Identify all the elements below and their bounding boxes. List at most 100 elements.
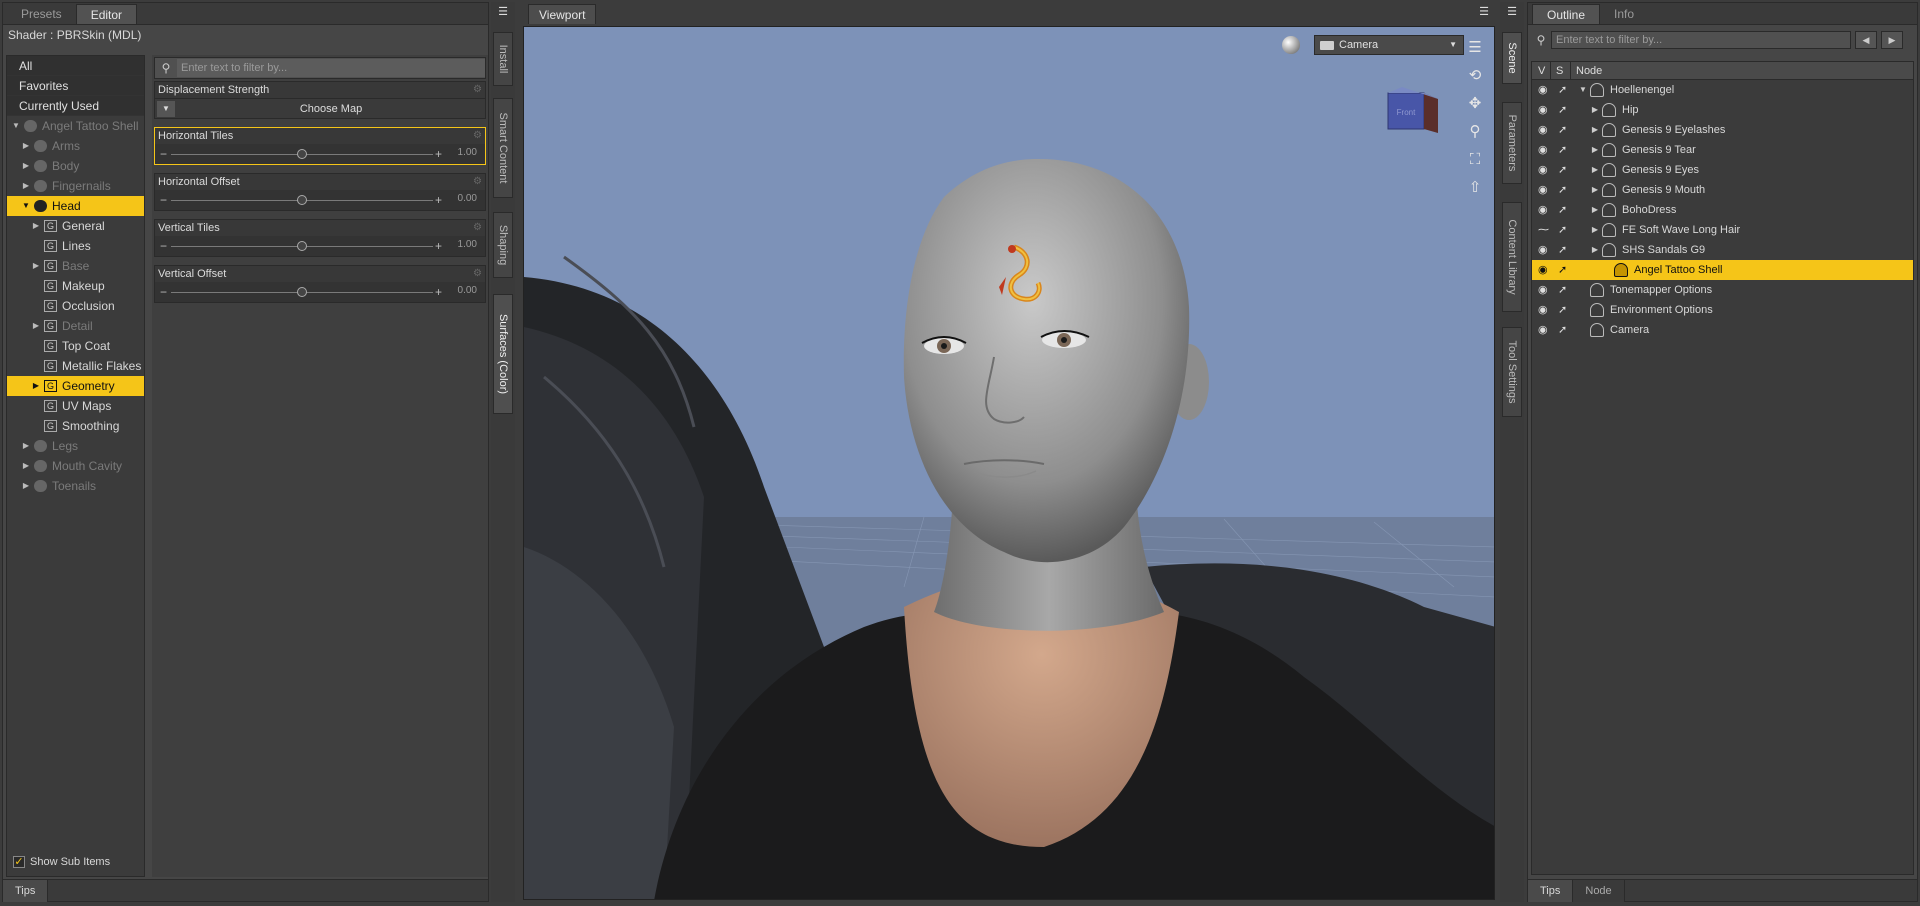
collapsed-arrow-icon[interactable]: ▶ (21, 476, 31, 496)
collapsed-arrow-icon[interactable]: ▶ (1590, 240, 1600, 260)
property-slider[interactable]: − +1.00 (155, 144, 485, 164)
3d-scene[interactable]: Camera ▼ ☰ ⟲ ✥ ⚲ ⛶ ⇧ Front (523, 26, 1495, 900)
next-icon[interactable]: ▶ (1881, 31, 1903, 49)
column-node[interactable]: Node (1576, 62, 1602, 80)
gear-icon[interactable]: ⚙ (473, 266, 482, 282)
select-cursor-icon[interactable]: ➚ (1558, 300, 1572, 320)
outline-node[interactable]: ◉ ➚ ▶ Genesis 9 Tear (1532, 140, 1913, 160)
navigation-cube[interactable]: Front (1382, 87, 1442, 139)
outline-node[interactable]: ◉ ➚ ▶ Genesis 9 Mouth (1532, 180, 1913, 200)
slider-handle[interactable] (297, 287, 307, 297)
select-cursor-icon[interactable]: ➚ (1558, 320, 1572, 340)
increment-icon[interactable]: + (435, 239, 442, 253)
outline-node[interactable]: ◉ ➚ ▶ Genesis 9 Eyes (1532, 160, 1913, 180)
slider-value[interactable]: 1.00 (458, 239, 477, 250)
tab-info[interactable]: Info (1600, 4, 1648, 24)
eye-icon[interactable]: ◉ (1538, 280, 1552, 300)
eye-icon[interactable]: ◉ (1538, 240, 1552, 260)
collapsed-arrow-icon[interactable]: ▶ (1590, 140, 1600, 160)
increment-icon[interactable]: + (435, 285, 442, 299)
surface-tree-item[interactable]: G Top Coat (7, 336, 144, 356)
collapsed-arrow-icon[interactable]: ▶ (1590, 220, 1600, 240)
select-cursor-icon[interactable]: ➚ (1558, 260, 1572, 280)
surface-tree-item[interactable]: ▶ Mouth Cavity (7, 456, 144, 476)
surface-tree-item[interactable]: ▶ G Base (7, 256, 144, 276)
outline-node[interactable]: ◉ ➚ ▶ Genesis 9 Eyelashes (1532, 120, 1913, 140)
surface-tree-item[interactable]: ▼ Head (7, 196, 144, 216)
surface-tree-item[interactable]: G Metallic Flakes (7, 356, 144, 376)
collapsed-arrow-icon[interactable]: ▶ (1590, 120, 1600, 140)
scene-filter-input[interactable] (1551, 31, 1851, 49)
collapsed-arrow-icon[interactable]: ▶ (1590, 160, 1600, 180)
collapsed-arrow-icon[interactable]: ▶ (31, 256, 41, 276)
pan-icon[interactable]: ✥ (1462, 91, 1488, 117)
gear-icon[interactable]: ⚙ (473, 128, 482, 144)
eye-icon[interactable]: ◉ (1538, 180, 1552, 200)
eye-icon[interactable]: ◉ (1538, 320, 1552, 340)
show-sub-items-toggle[interactable]: ✓ Show Sub Items (13, 854, 110, 870)
eye-icon[interactable]: ◉ (1538, 260, 1552, 280)
eye-icon[interactable]: ◉ (1538, 80, 1552, 100)
surface-tree-item[interactable]: ▶ G Detail (7, 316, 144, 336)
outline-node[interactable]: ⁓ ➚ ▶ FE Soft Wave Long Hair (1532, 220, 1913, 240)
surface-tree-item[interactable]: ▶ Legs (7, 436, 144, 456)
decrement-icon[interactable]: − (160, 147, 167, 161)
collapsed-arrow-icon[interactable]: ▶ (31, 316, 41, 336)
slider-handle[interactable] (297, 149, 307, 159)
gear-icon[interactable]: ⚙ (473, 220, 482, 236)
tab-smart-content[interactable]: Smart Content (493, 98, 513, 198)
slider-property[interactable]: Vertical Tiles ⚙ − +1.00 (154, 219, 486, 257)
pane-menu-icon[interactable]: ☰ (1504, 6, 1520, 18)
outline-node[interactable]: ◉ ➚ ▶ SHS Sandals G9 (1532, 240, 1913, 260)
camera-dropdown[interactable]: Camera ▼ (1314, 35, 1464, 55)
collapsed-arrow-icon[interactable]: ▶ (1590, 200, 1600, 220)
eye-icon[interactable]: ◉ (1538, 140, 1552, 160)
surface-tree-item[interactable]: G UV Maps (7, 396, 144, 416)
outline-node[interactable]: ◉ ➚ Tonemapper Options (1532, 280, 1913, 300)
tab-parameters[interactable]: Parameters (1502, 102, 1522, 184)
collapsed-arrow-icon[interactable]: ▶ (21, 176, 31, 196)
slider-value[interactable]: 0.00 (458, 285, 477, 296)
surface-tree-item[interactable]: G Occlusion (7, 296, 144, 316)
zoom-icon[interactable]: ⚲ (1462, 119, 1488, 145)
select-cursor-icon[interactable]: ➚ (1558, 280, 1572, 300)
column-visible[interactable]: V (1538, 62, 1545, 80)
eye-icon[interactable]: ◉ (1538, 200, 1552, 220)
tab-editor[interactable]: Editor (75, 4, 138, 24)
surface-tree-item[interactable]: ▶ Toenails (7, 476, 144, 496)
previous-icon[interactable]: ◀ (1855, 31, 1877, 49)
expanded-arrow-icon[interactable]: ▼ (1578, 80, 1588, 100)
draw-style-icon[interactable] (1282, 36, 1300, 54)
slider-property[interactable]: Horizontal Tiles ⚙ − +1.00 (154, 127, 486, 165)
choose-map-button[interactable]: Choose Map (179, 101, 483, 117)
tab-content-library[interactable]: Content Library (1502, 202, 1522, 312)
map-dropdown-button[interactable]: ▼ (157, 101, 175, 117)
collapsed-arrow-icon[interactable]: ▶ (31, 376, 41, 396)
tab-install[interactable]: Install (493, 32, 513, 86)
viewport-options-icon[interactable]: ☰ (1462, 35, 1488, 61)
collapsed-arrow-icon[interactable]: ▶ (1590, 180, 1600, 200)
eye-closed-icon[interactable]: ⁓ (1538, 220, 1552, 240)
surface-tree-item[interactable]: ▶ Fingernails (7, 176, 144, 196)
tab-node[interactable]: Node (1573, 880, 1625, 902)
increment-icon[interactable]: + (435, 193, 442, 207)
outline-node[interactable]: ◉ ➚ Camera (1532, 320, 1913, 340)
surface-tree-item[interactable]: ▶ Body (7, 156, 144, 176)
gear-icon[interactable]: ⚙ (473, 174, 482, 190)
surface-tree-item[interactable]: ▼ Angel Tattoo Shell (7, 116, 144, 136)
tab-outline[interactable]: Outline (1532, 4, 1601, 24)
property-slider[interactable]: − +0.00 (155, 190, 485, 210)
tab-tips[interactable]: Tips (1528, 880, 1574, 902)
surface-tree-item[interactable]: G Smoothing (7, 416, 144, 436)
select-cursor-icon[interactable]: ➚ (1558, 80, 1572, 100)
pane-menu-icon[interactable]: ☰ (495, 6, 511, 18)
collapsed-arrow-icon[interactable]: ▶ (21, 136, 31, 156)
slider-handle[interactable] (297, 241, 307, 251)
frame-icon[interactable]: ⛶ (1462, 147, 1488, 173)
collapsed-arrow-icon[interactable]: ▶ (31, 216, 41, 236)
slider-value[interactable]: 0.00 (458, 193, 477, 204)
decrement-icon[interactable]: − (160, 285, 167, 299)
slider-handle[interactable] (297, 195, 307, 205)
tab-tool-settings[interactable]: Tool Settings (1502, 327, 1522, 417)
viewport-menu-icon[interactable]: ☰ (1476, 6, 1492, 18)
